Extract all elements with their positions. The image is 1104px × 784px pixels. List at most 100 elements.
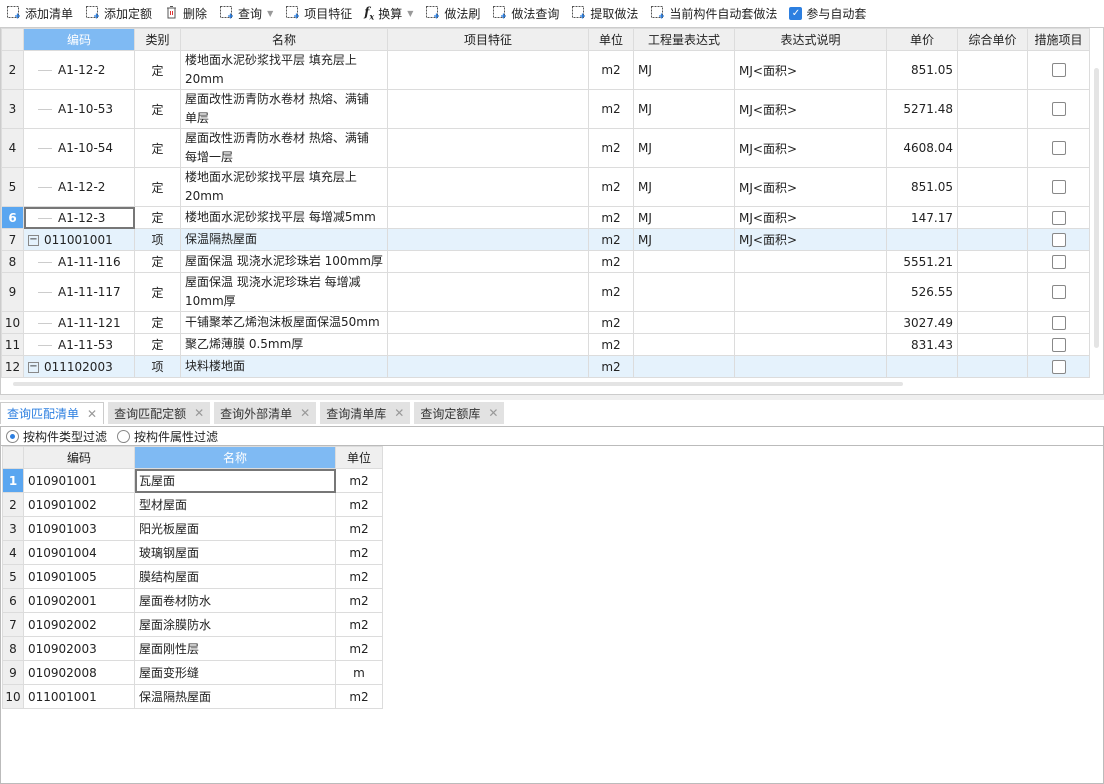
- expression-cell[interactable]: MJ: [633, 89, 735, 129]
- toolbar-button-1[interactable]: 添加定额: [85, 5, 152, 23]
- feature-cell[interactable]: [387, 128, 589, 168]
- table-row[interactable]: 10 A1-11-121 定干铺聚苯乙烯泡沫板屋面保温50mm m2 3027.49: [1, 311, 1090, 334]
- table-row[interactable]: 10 011001001 保温隔热屋面 m2: [2, 684, 383, 709]
- close-icon[interactable]: ✕: [300, 406, 310, 420]
- name-cell[interactable]: 瓦屋面: [134, 468, 336, 493]
- code-cell[interactable]: −011001001: [23, 228, 135, 251]
- tab-2[interactable]: 查询外部清单 ✕: [214, 402, 317, 424]
- expression-desc-cell[interactable]: MJ<面积>: [734, 206, 887, 229]
- composite-price-cell[interactable]: [957, 228, 1028, 251]
- close-icon[interactable]: ✕: [394, 406, 404, 420]
- measure-checkbox[interactable]: [1051, 315, 1066, 330]
- code-cell[interactable]: 010902008: [23, 660, 135, 685]
- column-header[interactable]: 名称: [134, 446, 336, 469]
- table-row[interactable]: 4 010901004 玻璃钢屋面 m2: [2, 540, 383, 565]
- row-number[interactable]: 3: [2, 516, 24, 541]
- tab-1[interactable]: 查询匹配定额 ✕: [108, 402, 211, 424]
- expression-desc-cell[interactable]: MJ<面积>: [734, 167, 887, 207]
- toolbar-button-6[interactable]: 做法刷: [425, 5, 480, 23]
- expression-desc-cell[interactable]: MJ<面积>: [734, 50, 887, 90]
- table-row[interactable]: 8 A1-11-116 定屋面保温 现浇水泥珍珠岩 100mm厚 m2 5551.21: [1, 250, 1090, 273]
- composite-price-cell[interactable]: [957, 311, 1028, 334]
- composite-price-cell[interactable]: [957, 50, 1028, 90]
- row-number[interactable]: 2: [2, 492, 24, 517]
- row-number[interactable]: 5: [2, 564, 24, 589]
- toolbar-button-0[interactable]: 添加清单: [6, 5, 73, 23]
- row-number[interactable]: 11: [1, 333, 24, 356]
- unit-cell[interactable]: m2: [588, 167, 634, 207]
- price-cell[interactable]: 851.05: [886, 167, 958, 207]
- unit-cell[interactable]: m2: [588, 272, 634, 312]
- measure-checkbox[interactable]: [1051, 210, 1066, 225]
- expression-desc-cell[interactable]: MJ<面积>: [734, 89, 887, 129]
- price-cell[interactable]: 5271.48: [886, 89, 958, 129]
- vertical-scrollbar[interactable]: [1094, 68, 1099, 348]
- name-cell[interactable]: 块料楼地面: [180, 355, 388, 378]
- radio-icon[interactable]: [6, 429, 19, 443]
- table-row[interactable]: 2 010901002 型材屋面 m2: [2, 492, 383, 517]
- expression-desc-cell[interactable]: [734, 250, 887, 273]
- row-number[interactable]: 9: [1, 272, 24, 312]
- unit-cell[interactable]: m: [335, 660, 383, 685]
- table-row[interactable]: 9 010902008 屋面变形缝 m: [2, 660, 383, 685]
- composite-price-cell[interactable]: [957, 333, 1028, 356]
- name-cell[interactable]: 屋面改性沥青防水卷材 热熔、满铺 单层: [180, 89, 388, 129]
- code-cell[interactable]: A1-12-3: [23, 206, 135, 229]
- chevron-down-icon[interactable]: ▼: [267, 9, 273, 18]
- unit-cell[interactable]: m2: [335, 540, 383, 565]
- row-number[interactable]: 9: [2, 660, 24, 685]
- code-cell[interactable]: 010901001: [23, 468, 135, 493]
- row-number[interactable]: 8: [1, 250, 24, 273]
- filter-radio-0[interactable]: 按构件类型过滤: [6, 428, 107, 445]
- composite-price-cell[interactable]: [957, 167, 1028, 207]
- table-row[interactable]: 5 A1-12-2 定楼地面水泥砂浆找平层 填充层上20mm m2 MJ MJ<面积> 85…: [1, 167, 1090, 207]
- row-number[interactable]: 10: [2, 684, 24, 709]
- unit-cell[interactable]: m2: [588, 128, 634, 168]
- code-cell[interactable]: 010901003: [23, 516, 135, 541]
- close-icon[interactable]: ✕: [488, 406, 498, 420]
- tab-4[interactable]: 查询定额库 ✕: [414, 402, 505, 424]
- measure-checkbox[interactable]: [1051, 102, 1066, 117]
- type-cell[interactable]: 定: [134, 311, 181, 334]
- splitter[interactable]: [0, 395, 1104, 400]
- unit-cell[interactable]: m2: [335, 636, 383, 661]
- column-header[interactable]: 措施项目: [1027, 28, 1090, 51]
- type-cell[interactable]: 定: [134, 128, 181, 168]
- code-cell[interactable]: A1-11-121: [23, 311, 135, 334]
- toolbar-button-9[interactable]: 当前构件自动套做法: [650, 5, 777, 23]
- expression-desc-cell[interactable]: [734, 272, 887, 312]
- price-cell[interactable]: 526.55: [886, 272, 958, 312]
- table-row[interactable]: 6 A1-12-3 定楼地面水泥砂浆找平层 每增减5mm m2 MJ MJ<面积> 147.…: [1, 206, 1090, 229]
- column-header[interactable]: 编码: [23, 446, 135, 469]
- toolbar-button-4[interactable]: 项目特征: [285, 5, 352, 23]
- unit-cell[interactable]: m2: [588, 250, 634, 273]
- name-cell[interactable]: 楼地面水泥砂浆找平层 填充层上20mm: [180, 50, 388, 90]
- table-row[interactable]: 8 010902003 屋面刚性层 m2: [2, 636, 383, 661]
- unit-cell[interactable]: m2: [335, 516, 383, 541]
- name-cell[interactable]: 玻璃钢屋面: [134, 540, 336, 565]
- feature-cell[interactable]: [387, 250, 589, 273]
- table-row[interactable]: 12−011102003 项块料楼地面 m2: [1, 355, 1090, 378]
- column-header[interactable]: 名称: [180, 28, 388, 51]
- tab-0[interactable]: 查询匹配清单 ✕: [0, 402, 105, 424]
- table-row[interactable]: 3 A1-10-53 定屋面改性沥青防水卷材 热熔、满铺 单层 m2 MJ MJ<面积> 5…: [1, 89, 1090, 129]
- feature-cell[interactable]: [387, 206, 589, 229]
- type-cell[interactable]: 定: [134, 89, 181, 129]
- code-cell[interactable]: 010902001: [23, 588, 135, 613]
- table-row[interactable]: 4 A1-10-54 定屋面改性沥青防水卷材 热熔、满铺 每增一层 m2 MJ MJ<面积…: [1, 128, 1090, 168]
- feature-cell[interactable]: [387, 272, 589, 312]
- unit-cell[interactable]: m2: [588, 89, 634, 129]
- horizontal-scrollbar[interactable]: [13, 382, 903, 386]
- price-cell[interactable]: 4608.04: [886, 128, 958, 168]
- name-cell[interactable]: 屋面涂膜防水: [134, 612, 336, 637]
- type-cell[interactable]: 定: [134, 250, 181, 273]
- expression-desc-cell[interactable]: MJ<面积>: [734, 228, 887, 251]
- price-cell[interactable]: 3027.49: [886, 311, 958, 334]
- name-cell[interactable]: 屋面变形缝: [134, 660, 336, 685]
- row-number[interactable]: 2: [1, 50, 24, 90]
- column-header[interactable]: 综合单价: [957, 28, 1028, 51]
- code-cell[interactable]: 010901005: [23, 564, 135, 589]
- column-header[interactable]: 表达式说明: [734, 28, 887, 51]
- name-cell[interactable]: 膜结构屋面: [134, 564, 336, 589]
- expression-cell[interactable]: [633, 355, 735, 378]
